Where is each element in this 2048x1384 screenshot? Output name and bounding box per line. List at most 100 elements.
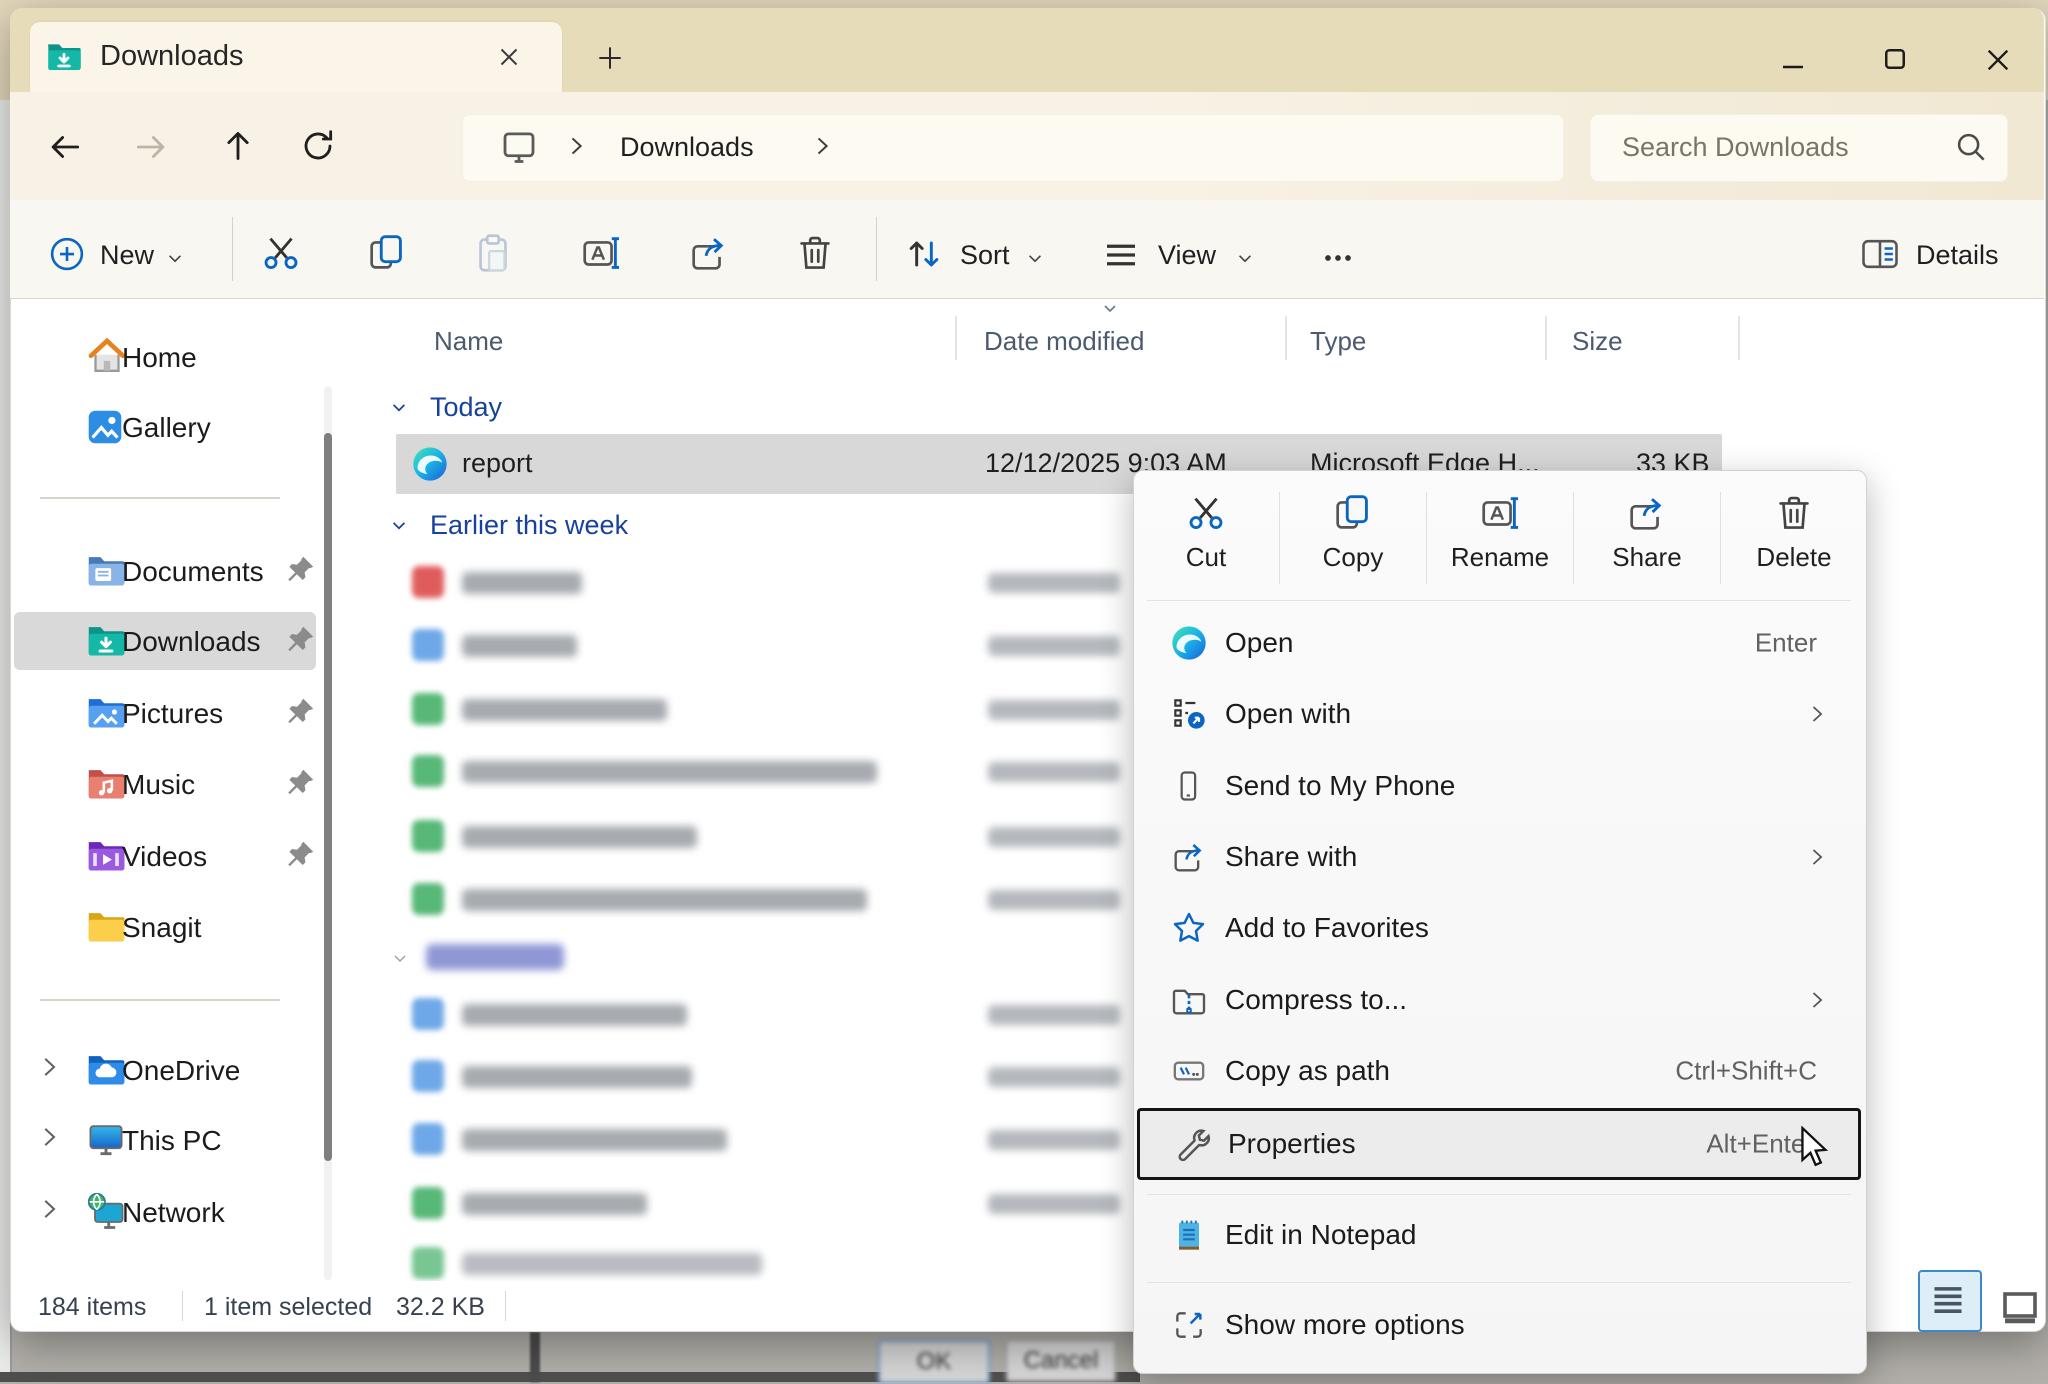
rename-icon[interactable] xyxy=(578,230,624,276)
sidebar-item-videos[interactable]: Videos xyxy=(122,841,207,873)
chevron-down-icon[interactable] xyxy=(1232,245,1258,271)
details-view-toggle[interactable] xyxy=(1918,1270,1982,1332)
menu-item-add-to-favorites[interactable]: Add to Favorites xyxy=(1137,893,1861,963)
new-tab-icon[interactable] xyxy=(594,42,626,74)
sort-descending-icon xyxy=(1098,296,1122,320)
tab-title: Downloads xyxy=(100,40,243,73)
menu-item-properties[interactable]: Properties Alt+Enter xyxy=(1137,1108,1861,1180)
column-header-size[interactable]: Size xyxy=(1572,326,1623,357)
menu-item-copy-as-path[interactable]: Copy as path Ctrl+Shift+C xyxy=(1137,1036,1861,1106)
phone-icon xyxy=(1169,767,1207,805)
thumbnail-view-toggle[interactable] xyxy=(1996,1282,2044,1330)
share-button[interactable]: Share xyxy=(1574,482,1720,602)
menu-item-send-to-my-phone[interactable]: Send to My Phone xyxy=(1137,751,1861,821)
excel-file-icon xyxy=(412,755,444,787)
expand-chevron-icon[interactable] xyxy=(34,1052,64,1082)
search-placeholder[interactable]: Search Downloads xyxy=(1622,132,1849,163)
group-header-last-week-blurred[interactable] xyxy=(426,944,564,970)
group-header-earlier-this-week[interactable]: Earlier this week xyxy=(430,510,628,541)
view-icon[interactable] xyxy=(1100,234,1142,276)
paste-icon[interactable] xyxy=(470,230,516,276)
copy-button[interactable]: Copy xyxy=(1280,482,1426,602)
column-header-type[interactable]: Type xyxy=(1310,326,1366,357)
breadcrumb-segment-downloads[interactable]: Downloads xyxy=(620,132,754,163)
sidebar-divider xyxy=(40,999,280,1001)
tab-close-icon[interactable] xyxy=(494,42,524,72)
delete-button[interactable]: Delete xyxy=(1721,482,1867,602)
column-header-date-modified[interactable]: Date modified xyxy=(984,326,1144,357)
menu-divider xyxy=(1147,1194,1851,1195)
new-plus-icon[interactable] xyxy=(46,233,88,275)
sidebar-item-pictures[interactable]: Pictures xyxy=(122,698,223,730)
refresh-icon[interactable] xyxy=(298,126,338,166)
toolbar-divider xyxy=(232,217,233,281)
forward-icon[interactable] xyxy=(132,128,170,166)
menu-item-edit-in-notepad[interactable]: Edit in Notepad xyxy=(1137,1200,1861,1270)
sidebar-item-home[interactable]: Home xyxy=(122,342,197,374)
cut-icon[interactable] xyxy=(258,230,304,276)
rename-button[interactable]: Rename xyxy=(1427,482,1573,602)
up-icon[interactable] xyxy=(218,126,258,166)
background-ok-button[interactable]: OK xyxy=(878,1340,990,1384)
sidebar-item-documents[interactable]: Documents xyxy=(122,556,264,588)
column-divider[interactable] xyxy=(1285,316,1287,360)
details-button[interactable]: Details xyxy=(1916,240,1999,271)
menu-item-open[interactable]: Open Enter xyxy=(1137,608,1861,678)
excel-file-icon xyxy=(412,1247,444,1279)
background-cancel-button[interactable]: Cancel xyxy=(1006,1340,1116,1382)
mouse-cursor xyxy=(1800,1126,1830,1172)
menu-item-show-more-options[interactable]: Show more options xyxy=(1137,1290,1861,1360)
more-options-icon[interactable] xyxy=(1318,238,1358,278)
cut-button[interactable]: Cut xyxy=(1133,482,1279,602)
group-collapse-icon[interactable] xyxy=(386,512,412,538)
sidebar-item-network[interactable]: Network xyxy=(122,1197,225,1229)
word-file-icon xyxy=(412,1123,444,1155)
group-collapse-icon[interactable] xyxy=(388,946,412,970)
chevron-down-icon[interactable] xyxy=(1022,245,1048,271)
sidebar-item-snagit[interactable]: Snagit xyxy=(122,912,201,944)
details-pane-icon[interactable] xyxy=(1858,232,1902,276)
delete-icon[interactable] xyxy=(792,230,838,276)
sidebar-item-gallery[interactable]: Gallery xyxy=(122,412,211,444)
notepad-icon xyxy=(1169,1215,1209,1255)
search-icon[interactable] xyxy=(1952,128,1990,166)
expand-chevron-icon[interactable] xyxy=(34,1194,64,1224)
breadcrumb-chevron-icon[interactable] xyxy=(808,132,836,160)
group-header-today[interactable]: Today xyxy=(430,392,502,423)
list-view-icon xyxy=(1920,1272,1976,1326)
statusbar-divider xyxy=(505,1291,506,1321)
share-with-icon xyxy=(1169,837,1209,877)
column-divider[interactable] xyxy=(1545,316,1547,360)
show-more-options-icon xyxy=(1169,1305,1209,1345)
file-name[interactable]: report xyxy=(462,448,533,479)
pin-icon xyxy=(282,837,318,873)
copy-icon[interactable] xyxy=(364,230,410,276)
share-icon[interactable] xyxy=(686,230,732,276)
sidebar-item-this-pc[interactable]: This PC xyxy=(122,1125,222,1157)
minimize-icon[interactable] xyxy=(1778,52,1808,82)
sort-button[interactable]: Sort xyxy=(960,240,1010,271)
sidebar-item-music[interactable]: Music xyxy=(122,769,195,801)
menu-item-open-with[interactable]: Open with xyxy=(1137,679,1861,749)
sidebar-item-onedrive[interactable]: OneDrive xyxy=(122,1055,240,1087)
column-header-name[interactable]: Name xyxy=(434,326,503,357)
menu-item-compress-to[interactable]: Compress to... xyxy=(1137,965,1861,1035)
edge-file-icon xyxy=(410,444,450,484)
new-button[interactable]: New xyxy=(100,240,154,271)
breadcrumb-chevron-icon[interactable] xyxy=(562,132,590,160)
view-button[interactable]: View xyxy=(1158,240,1216,271)
close-icon[interactable] xyxy=(1982,44,2014,76)
column-divider[interactable] xyxy=(1738,316,1740,360)
expand-chevron-icon[interactable] xyxy=(34,1122,64,1152)
word-file-icon xyxy=(412,629,444,661)
this-pc-breadcrumb-icon[interactable] xyxy=(498,126,540,168)
back-icon[interactable] xyxy=(46,128,84,166)
scrollbar-thumb[interactable] xyxy=(324,433,332,1161)
group-collapse-icon[interactable] xyxy=(386,394,412,420)
column-divider[interactable] xyxy=(955,316,957,360)
sidebar-item-downloads[interactable]: Downloads xyxy=(122,626,261,658)
menu-item-share-with[interactable]: Share with xyxy=(1137,822,1861,892)
sort-icon[interactable] xyxy=(902,232,946,276)
maximize-icon[interactable] xyxy=(1880,44,1910,74)
chevron-down-icon[interactable] xyxy=(162,245,188,271)
